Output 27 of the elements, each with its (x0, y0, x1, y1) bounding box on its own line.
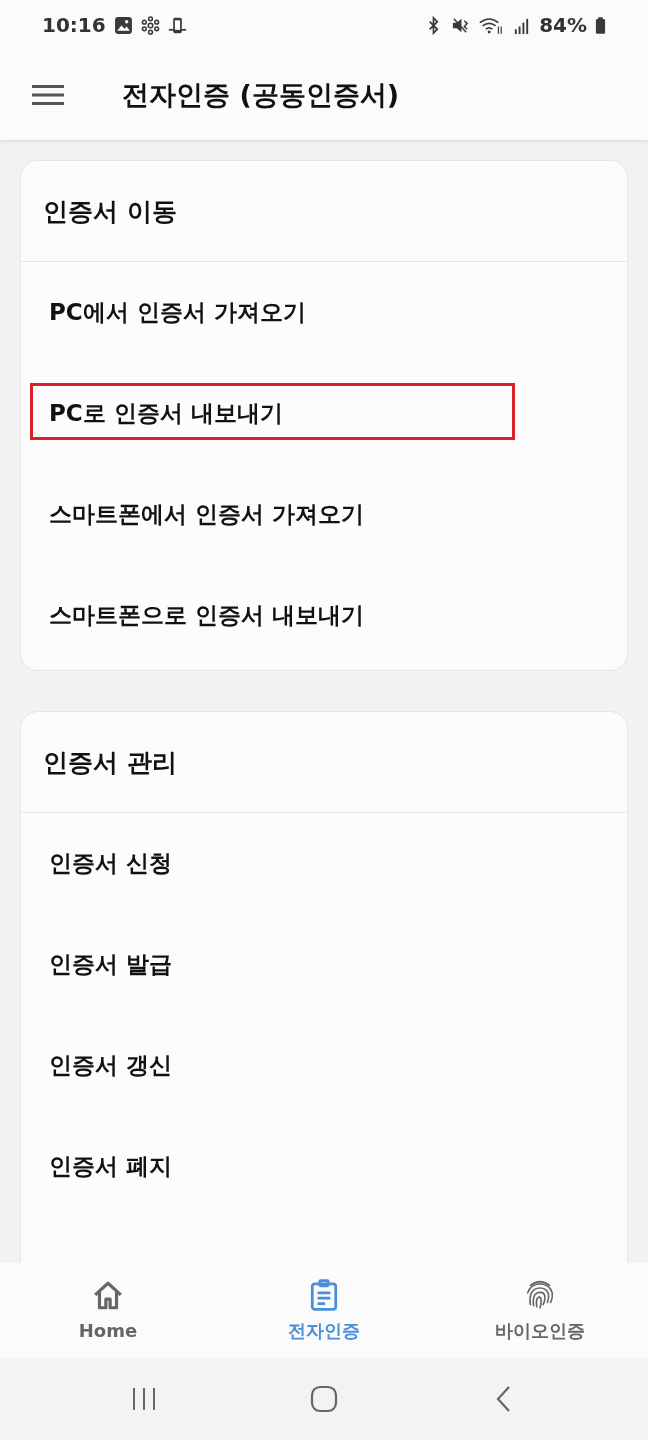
nav-tab[interactable]: 바이오인증 (432, 1278, 648, 1343)
home-button-icon[interactable] (310, 1385, 338, 1413)
menu-item[interactable]: 스마트폰으로 인증서 내보내기 (49, 600, 364, 631)
nav-tab[interactable]: Home (0, 1280, 216, 1341)
menu-icon[interactable] (32, 84, 64, 106)
network-icon (140, 15, 160, 35)
menu-item[interactable]: 인증서 갱신 (49, 1050, 172, 1081)
fingerprint-icon (524, 1278, 556, 1311)
clipboard-icon (308, 1278, 340, 1311)
menu-item[interactable]: PC에서 인증서 가져오기 (49, 297, 306, 328)
section-title: 인증서 이동 (43, 195, 177, 228)
menu-item[interactable]: PC로 인증서 내보내기 (49, 398, 283, 429)
status-time: 10:16 (42, 13, 106, 37)
page-title: 전자인증 (공동인증서) (122, 78, 400, 112)
section-title: 인증서 관리 (43, 746, 177, 779)
recent-apps-icon[interactable] (130, 1385, 158, 1413)
image-icon (113, 15, 133, 35)
home-icon (92, 1280, 124, 1312)
menu-item[interactable]: 인증서 폐지 (49, 1151, 172, 1182)
phone-icon (167, 15, 187, 35)
battery-icon (595, 15, 606, 35)
battery-percent: 84% (539, 13, 587, 37)
menu-item[interactable]: 스마트폰에서 인증서 가져오기 (49, 499, 364, 530)
wifi-icon (478, 15, 505, 35)
menu-item[interactable]: 인증서 발급 (49, 949, 172, 980)
menu-item[interactable]: 인증서 신청 (49, 848, 172, 879)
mute-icon (451, 15, 471, 35)
